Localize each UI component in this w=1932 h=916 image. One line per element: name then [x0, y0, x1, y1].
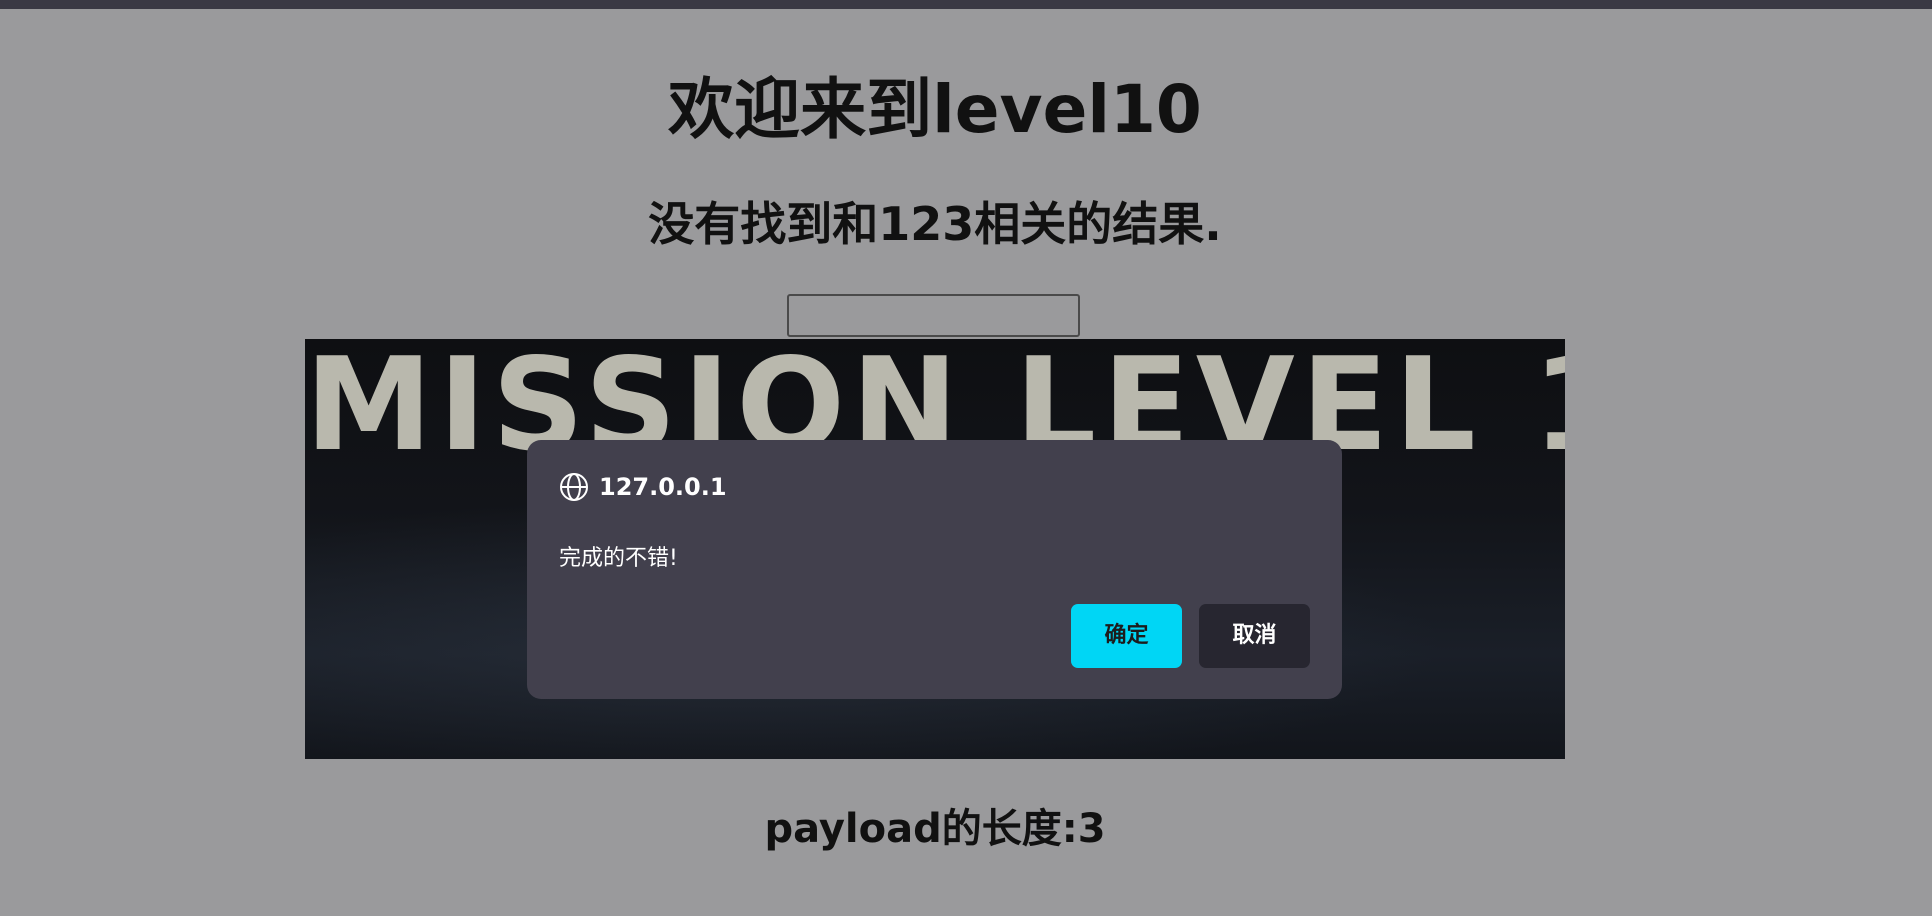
dialog-message: 完成的不错! — [559, 546, 678, 571]
alert-dialog: 127.0.0.1 完成的不错! 确定 取消 — [527, 440, 1342, 699]
search-result-text: 没有找到和123相关的结果. — [648, 197, 1222, 251]
browser-top-strip — [0, 0, 1932, 9]
cancel-button[interactable]: 取消 — [1199, 604, 1310, 668]
search-input[interactable] — [787, 294, 1080, 337]
globe-icon — [560, 473, 588, 501]
ok-button[interactable]: 确定 — [1071, 604, 1182, 668]
dialog-origin: 127.0.0.1 — [559, 472, 727, 502]
page-title: 欢迎来到level10 — [668, 71, 1202, 148]
dialog-origin-label: 127.0.0.1 — [599, 473, 727, 501]
payload-length-text: payload的长度:3 — [764, 806, 1106, 852]
